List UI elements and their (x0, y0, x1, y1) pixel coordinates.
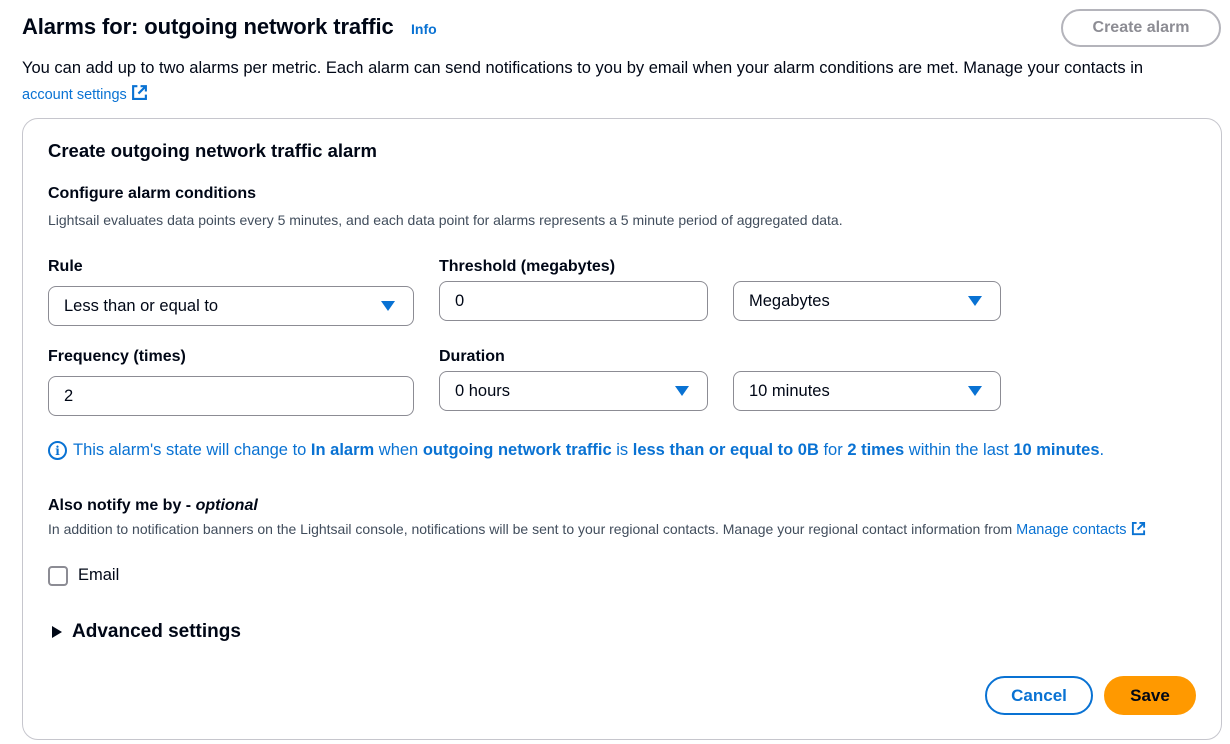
manage-contacts-link[interactable]: Manage contacts (1016, 521, 1145, 538)
notify-title: Also notify me by - optional (48, 497, 258, 514)
threshold-unit-value: Megabytes (749, 291, 830, 310)
page-title: Alarms for: outgoing network traffic (22, 14, 394, 39)
conditions-title: Configure alarm conditions (48, 185, 257, 202)
duration-label: Duration (439, 348, 505, 365)
cancel-button[interactable]: Cancel (985, 676, 1093, 715)
caret-down-icon (675, 386, 689, 396)
threshold-label: Threshold (megabytes) (439, 258, 616, 275)
external-link-icon (131, 85, 147, 100)
account-settings-link[interactable]: account settings (22, 85, 148, 103)
duration-hours-value: 0 hours (455, 381, 511, 400)
caret-down-icon (381, 301, 395, 311)
caret-down-icon (968, 386, 982, 396)
rule-label: Rule (48, 258, 83, 275)
page-description: You can add up to two alarms per metric.… (22, 55, 1227, 108)
panel-title: Create outgoing network traffic alarm (48, 140, 377, 161)
email-label: Email (78, 566, 120, 584)
alarm-message-text: This alarm's state will change to In ala… (73, 441, 1105, 459)
create-alarm-button[interactable]: Create alarm (1061, 9, 1221, 47)
info-link[interactable]: Info (411, 21, 437, 37)
rule-select-value: Less than or equal to (64, 296, 219, 315)
duration-minutes-select[interactable]: 10 minutes (733, 371, 1001, 411)
rule-select[interactable]: Less than or equal to (48, 286, 414, 326)
description-text: You can add up to two alarms per metric.… (22, 59, 1144, 77)
notify-description: In addition to notification banners on t… (48, 519, 1208, 541)
email-checkbox[interactable] (48, 566, 68, 586)
conditions-description: Lightsail evaluates data points every 5 … (48, 212, 843, 228)
threshold-input[interactable]: 0 (439, 281, 708, 321)
external-link-icon (1131, 521, 1145, 536)
threshold-unit-select[interactable]: Megabytes (733, 281, 1001, 321)
duration-minutes-value: 10 minutes (749, 381, 830, 400)
save-button[interactable]: Save (1104, 676, 1196, 715)
alarm-state-message: i This alarm's state will change to In a… (48, 441, 1104, 460)
frequency-input[interactable]: 2 (48, 376, 414, 416)
advanced-settings-toggle[interactable]: Advanced settings (72, 621, 241, 643)
info-circle-icon: i (48, 441, 67, 460)
caret-down-icon (968, 296, 982, 306)
caret-right-icon[interactable] (52, 626, 62, 638)
frequency-label: Frequency (times) (48, 348, 186, 365)
duration-hours-select[interactable]: 0 hours (439, 371, 708, 411)
